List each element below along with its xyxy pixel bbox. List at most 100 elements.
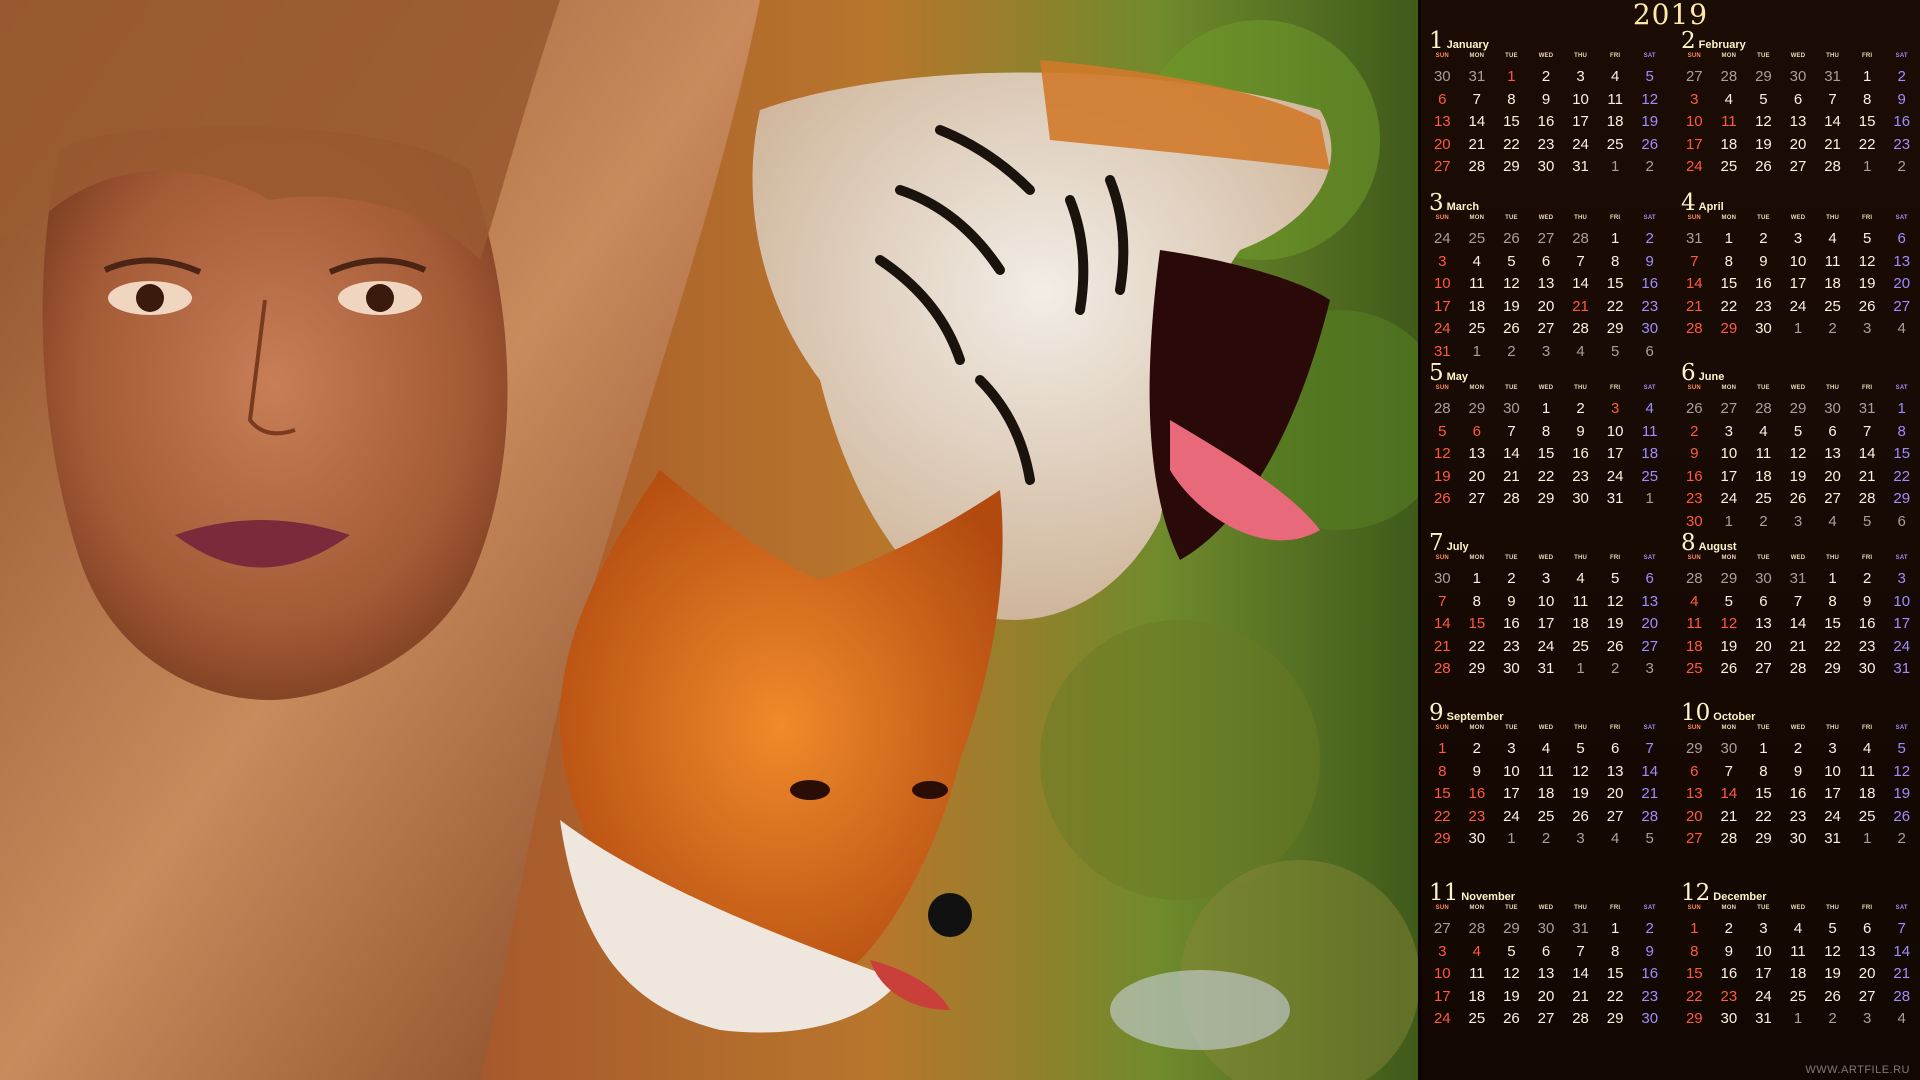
- weekday-label: TUE: [1757, 905, 1770, 911]
- day-cell: 30: [1641, 320, 1659, 337]
- day-cell: 4: [1610, 68, 1620, 85]
- day-cell: 8: [1507, 90, 1516, 108]
- day-cell: 3: [1690, 90, 1699, 108]
- month-name: February: [1698, 39, 1746, 51]
- day-cell: 5: [1507, 252, 1516, 270]
- day-cell: 14: [1433, 615, 1451, 632]
- day-cell: 29: [1893, 490, 1911, 507]
- day-cell: 28: [1824, 158, 1841, 175]
- day-cell: 10: [1824, 762, 1841, 780]
- day-grid: 28 29 30 31 1 2 3 4 5 6 7 8 9 10 11 12 13 14 15 16 17 18 19 20 2…: [1677, 568, 1919, 681]
- day-cell: 4: [1576, 570, 1585, 587]
- weekday-label: THU: [1574, 215, 1588, 221]
- day-cell: 2: [1897, 830, 1906, 847]
- day-cell: 12: [1893, 762, 1911, 780]
- weekday-header: SUN MON TUE WED THU FRI SAT: [1677, 215, 1919, 225]
- day-cell: 6: [1472, 422, 1482, 440]
- day-cell: 29: [1606, 1010, 1624, 1027]
- day-cell: 15: [1537, 445, 1555, 462]
- weekday-label: FRI: [1862, 53, 1873, 59]
- day-cell: 10: [1433, 965, 1451, 982]
- day-cell: 5: [1645, 68, 1654, 85]
- day-cell: 22: [1433, 807, 1451, 825]
- day-cell: 7: [1724, 762, 1734, 780]
- weekday-label: SUN: [1687, 53, 1701, 59]
- day-cell: 3: [1438, 942, 1447, 960]
- weekday-label: SAT: [1895, 555, 1908, 561]
- weekday-label: MON: [1721, 555, 1737, 561]
- day-cell: 14: [1503, 445, 1520, 462]
- weekday-label: SUN: [1435, 53, 1449, 59]
- day-cell: 8: [1828, 592, 1837, 610]
- weekday-label: WED: [1538, 53, 1554, 59]
- day-cell: 25: [1641, 467, 1659, 485]
- day-cell: 17: [1537, 615, 1555, 632]
- day-cell: 26: [1893, 807, 1911, 825]
- weekday-label: THU: [1574, 555, 1588, 561]
- day-cell: 4: [1897, 1010, 1906, 1027]
- day-cell: 21: [1641, 785, 1659, 802]
- day-cell: 5: [1793, 422, 1803, 440]
- day-cell: 14: [1789, 615, 1807, 632]
- day-cell: 23: [1503, 637, 1520, 655]
- day-cell: 31: [1755, 1010, 1772, 1027]
- day-cell: 5: [1576, 740, 1585, 757]
- day-cell: 13: [1858, 942, 1876, 960]
- weekday-label: TUE: [1757, 53, 1770, 59]
- month-header: 4 April: [1681, 190, 1724, 216]
- day-cell: 31: [1858, 400, 1876, 417]
- day-cell: 14: [1858, 445, 1876, 462]
- day-cell: 26: [1433, 490, 1451, 507]
- month-number: 7: [1429, 530, 1444, 556]
- weekday-label: FRI: [1610, 53, 1621, 59]
- weekday-label: SAT: [1643, 905, 1656, 911]
- day-cell: 14: [1468, 113, 1486, 130]
- weekday-label: TUE: [1505, 555, 1518, 561]
- day-cell: 10: [1606, 422, 1624, 440]
- day-cell: 5: [1828, 920, 1837, 937]
- month-number: 12: [1681, 880, 1711, 906]
- month-header: 2 February: [1681, 28, 1746, 54]
- weekday-label: SUN: [1435, 905, 1449, 911]
- weekday-label: THU: [1826, 555, 1840, 561]
- day-cell: 24: [1824, 807, 1841, 825]
- day-cell: 19: [1572, 785, 1589, 802]
- day-cell: 30: [1824, 400, 1841, 417]
- weekday-label: WED: [1538, 905, 1554, 911]
- day-cell: 1: [1690, 920, 1699, 937]
- day-cell: 31: [1824, 830, 1841, 847]
- day-cell: 31: [1789, 570, 1807, 587]
- day-cell: 24: [1755, 987, 1772, 1005]
- day-cell: 25: [1720, 158, 1738, 175]
- weekday-label: MON: [1469, 555, 1485, 561]
- weekday-label: MON: [1721, 905, 1737, 911]
- day-cell: 29: [1468, 400, 1486, 417]
- weekday-label: FRI: [1862, 725, 1873, 731]
- day-cell: 23: [1858, 637, 1876, 655]
- day-cell: 4: [1541, 740, 1551, 757]
- day-cell: 16: [1685, 467, 1703, 485]
- day-cell: 29: [1503, 158, 1520, 175]
- weekday-label: SAT: [1643, 53, 1656, 59]
- day-cell: 13: [1468, 445, 1486, 462]
- month-header: 1 January: [1429, 28, 1489, 54]
- day-cell: 6: [1828, 422, 1837, 440]
- day-cell: 15: [1720, 275, 1738, 292]
- month-name: October: [1713, 711, 1756, 723]
- day-cell: 27: [1824, 490, 1841, 507]
- day-cell: 30: [1503, 400, 1520, 417]
- day-cell: 29: [1685, 740, 1703, 757]
- day-cell: 30: [1468, 830, 1486, 847]
- weekday-label: FRI: [1862, 555, 1873, 561]
- day-cell: 4: [1897, 320, 1906, 337]
- weekday-label: SAT: [1895, 53, 1908, 59]
- day-cell: 2: [1576, 400, 1585, 417]
- day-cell: 21: [1433, 637, 1451, 655]
- day-cell: 17: [1789, 275, 1807, 292]
- day-cell: 19: [1503, 297, 1520, 315]
- day-cell: 1: [1793, 1010, 1803, 1027]
- day-cell: 19: [1641, 113, 1659, 130]
- day-cell: 29: [1468, 660, 1486, 677]
- day-cell: 16: [1468, 785, 1486, 802]
- day-cell: 29: [1720, 570, 1738, 587]
